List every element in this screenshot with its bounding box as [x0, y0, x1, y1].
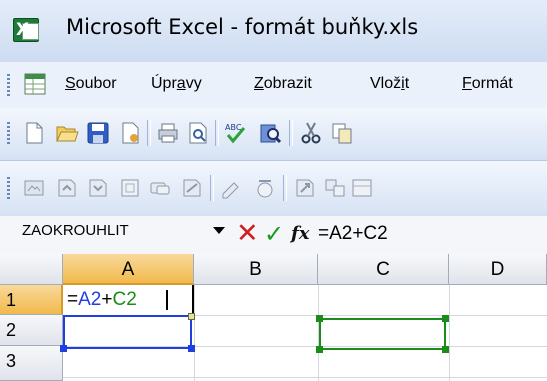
toolbar-icon-2[interactable]: [55, 176, 79, 200]
formula-bar: ZAOKROUHLIT ✕ ✓ fx =A2+C2: [0, 216, 547, 255]
reference-box-c2[interactable]: [319, 318, 446, 350]
column-header-b[interactable]: B: [194, 254, 318, 285]
svg-text:ABC: ABC: [225, 123, 242, 132]
name-box[interactable]: ZAOKROUHLIT: [6, 216, 192, 250]
reference-box-a2[interactable]: [63, 315, 192, 349]
gridline: [449, 285, 450, 381]
menu-soubor[interactable]: Soubor: [65, 75, 117, 93]
worksheet-grid: A B C D 1 2 3 =A2+C2: [0, 254, 547, 381]
toolbar-icon-10[interactable]: [323, 176, 347, 200]
reference-handle[interactable]: [442, 315, 449, 322]
reference-handle[interactable]: [316, 315, 323, 322]
name-box-dropdown-icon[interactable]: [213, 227, 225, 234]
reference-handle[interactable]: [188, 313, 195, 320]
toolbar-icon-3[interactable]: [86, 176, 110, 200]
column-header-d[interactable]: D: [449, 254, 547, 285]
formula-input[interactable]: =A2+C2: [318, 222, 388, 246]
toolbar-icon-6[interactable]: [180, 176, 204, 200]
menu-vlozit[interactable]: Vložit: [370, 75, 409, 93]
toolbar-separator: [283, 175, 287, 201]
column-header-c[interactable]: C: [318, 254, 449, 285]
menu-format[interactable]: Formát: [462, 75, 513, 93]
row-header-3[interactable]: 3: [0, 346, 63, 381]
column-header-a[interactable]: A: [63, 254, 194, 285]
gridline: [63, 377, 547, 378]
reference-handle[interactable]: [60, 345, 67, 352]
formula-part: +: [101, 289, 113, 310]
spelling-icon[interactable]: ABC: [223, 121, 247, 145]
menubar-grip[interactable]: [7, 74, 10, 96]
formula-ref-c2: C2: [112, 289, 137, 310]
toolbar-separator: [147, 120, 151, 146]
enter-icon[interactable]: ✓: [264, 219, 284, 249]
text-caret: [166, 290, 168, 310]
secondary-toolbar: [0, 161, 547, 217]
cancel-icon[interactable]: ✕: [236, 219, 259, 249]
excel-icon: X: [13, 18, 39, 42]
toolbar-icon-1[interactable]: [22, 176, 46, 200]
toolbar-icon-8[interactable]: [253, 176, 277, 200]
toolbar-icon-11[interactable]: [350, 176, 374, 200]
toolbar-icon-5[interactable]: [148, 176, 172, 200]
insert-function-icon[interactable]: fx: [291, 222, 309, 246]
workbook-icon[interactable]: [22, 71, 48, 97]
copy-icon[interactable]: [330, 121, 354, 145]
open-icon[interactable]: [55, 121, 79, 145]
reference-handle[interactable]: [316, 346, 323, 353]
research-icon[interactable]: [258, 121, 282, 145]
menu-bar: Soubor Úpravy Zobrazit Vložit Formát: [0, 62, 547, 109]
cell-a1-formula[interactable]: =A2+C2: [67, 288, 137, 312]
select-all-corner[interactable]: [0, 254, 63, 285]
toolbar-icon-7[interactable]: [220, 176, 244, 200]
reference-handle[interactable]: [188, 345, 195, 352]
menu-zobrazit[interactable]: Zobrazit: [254, 75, 312, 93]
window-title: Microsoft Excel - formát buňky.xls: [66, 15, 419, 39]
toolbar-grip[interactable]: [7, 122, 10, 144]
standard-toolbar: ABC: [0, 108, 547, 161]
toolbar-icon-9[interactable]: [293, 176, 317, 200]
cut-icon[interactable]: [299, 121, 323, 145]
title-bar: X Microsoft Excel - formát buňky.xls: [0, 0, 547, 63]
new-icon[interactable]: [22, 121, 46, 145]
gridline: [194, 285, 195, 381]
reference-handle[interactable]: [442, 346, 449, 353]
formula-ref-a2: A2: [78, 289, 102, 310]
print-icon[interactable]: [156, 121, 180, 145]
toolbar-icon-4[interactable]: [118, 176, 142, 200]
toolbar-separator: [210, 175, 214, 201]
formula-part: =: [67, 289, 79, 310]
toolbar-separator: [289, 120, 293, 146]
menu-upravy[interactable]: Úpravy: [151, 75, 202, 93]
save-icon[interactable]: [86, 121, 110, 145]
print-preview-icon[interactable]: [186, 121, 210, 145]
row-header-2[interactable]: 2: [0, 315, 63, 346]
toolbar-grip[interactable]: [7, 177, 10, 199]
permission-icon[interactable]: [118, 121, 142, 145]
toolbar-separator: [215, 120, 219, 146]
row-header-1[interactable]: 1: [0, 285, 63, 315]
